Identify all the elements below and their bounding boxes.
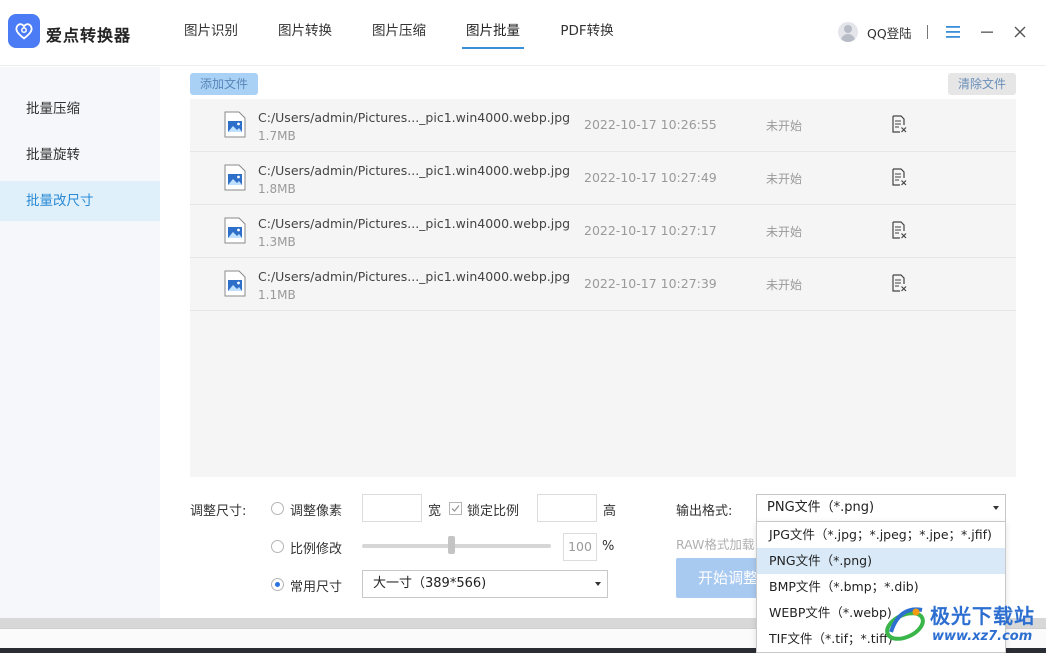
resize-label: 调整尺寸:	[190, 504, 247, 519]
file-size: 1.7MB	[258, 129, 296, 143]
close-icon[interactable]	[1008, 20, 1032, 44]
file-list: C:/Users/admin/Pictures..._pic1.win4000.…	[190, 99, 1016, 477]
file-date: 2022-10-17 10:26:55	[584, 117, 717, 132]
remove-file-icon[interactable]	[890, 168, 908, 186]
login-label: QQ登陆	[867, 25, 912, 41]
raw-load-hint: RAW格式加载	[676, 537, 755, 552]
tab-pdf-convert[interactable]: PDF转换	[540, 0, 634, 66]
radio-ratio-change[interactable]	[271, 540, 284, 553]
radio-common-size[interactable]	[271, 578, 284, 591]
watermark-title: 极光下载站	[930, 604, 1035, 628]
ratio-input[interactable]: 100	[563, 533, 597, 561]
tab-image-recognition[interactable]: 图片识别	[164, 0, 258, 66]
chevron-down-icon	[993, 506, 999, 510]
tab-image-compress[interactable]: 图片压缩	[352, 0, 446, 66]
output-format-select[interactable]: PNG文件（*.png)	[756, 494, 1006, 522]
radio-adjust-pixels[interactable]	[271, 502, 284, 515]
format-option-png[interactable]: PNG文件（*.png)	[757, 548, 1005, 574]
file-size: 1.1MB	[258, 288, 296, 302]
remove-file-icon[interactable]	[890, 221, 908, 239]
sidebar-item-batch-rotate[interactable]: 批量旋转	[0, 135, 160, 175]
image-file-icon	[224, 164, 246, 191]
ratio-slider-handle[interactable]	[448, 536, 455, 554]
watermark: 极光下载站 www.xz7.com	[882, 596, 1046, 653]
common-size-label: 常用尺寸	[290, 580, 343, 595]
watermark-url: www.xz7.com	[932, 629, 1033, 644]
tab-image-batch[interactable]: 图片批量	[446, 0, 540, 66]
height-input[interactable]	[537, 494, 597, 522]
output-format-label: 输出格式:	[676, 504, 733, 519]
list-item[interactable]: C:/Users/admin/Pictures..._pic1.win4000.…	[190, 205, 1016, 258]
file-status: 未开始	[766, 119, 803, 133]
minimize-icon[interactable]	[975, 20, 999, 44]
sidebar-item-batch-resize[interactable]: 批量改尺寸	[0, 181, 160, 221]
image-file-icon	[224, 270, 246, 297]
width-input[interactable]	[362, 494, 422, 522]
output-format-value: PNG文件（*.png)	[767, 500, 875, 515]
file-path: C:/Users/admin/Pictures..._pic1.win4000.…	[258, 110, 571, 125]
file-status: 未开始	[766, 278, 803, 292]
title-bar: 爱点转换器 图片识别 图片转换 图片压缩 图片批量 PDF转换 QQ登陆	[0, 0, 1046, 66]
file-path: C:/Users/admin/Pictures..._pic1.win4000.…	[258, 269, 571, 284]
file-size: 1.3MB	[258, 235, 296, 249]
qq-login-button[interactable]: QQ登陆	[838, 22, 912, 42]
adjust-pixels-label: 调整像素	[290, 504, 343, 519]
format-option-jpg[interactable]: JPG文件（*.jpg；*.jpeg；*.jpe；*.jfif)	[757, 522, 1005, 548]
file-date: 2022-10-17 10:27:39	[584, 276, 717, 291]
image-file-icon	[224, 217, 246, 244]
clear-file-button[interactable]: 清除文件	[948, 73, 1016, 95]
ratio-slider[interactable]	[362, 544, 551, 548]
sidebar: 批量压缩 批量旋转 批量改尺寸	[0, 67, 160, 618]
height-label: 高	[603, 504, 617, 519]
avatar	[838, 22, 858, 42]
app-logo-icon	[8, 14, 40, 48]
file-status: 未开始	[766, 172, 803, 186]
percent-label: %	[602, 539, 615, 554]
lock-ratio-checkbox[interactable]	[449, 502, 462, 515]
divider	[927, 25, 928, 39]
list-item[interactable]: C:/Users/admin/Pictures..._pic1.win4000.…	[190, 152, 1016, 205]
main-nav: 图片识别 图片转换 图片压缩 图片批量 PDF转换	[164, 0, 634, 66]
app-title: 爱点转换器	[46, 26, 132, 45]
file-path: C:/Users/admin/Pictures..._pic1.win4000.…	[258, 163, 571, 178]
width-label: 宽	[428, 504, 442, 519]
tab-image-convert[interactable]: 图片转换	[258, 0, 352, 66]
file-date: 2022-10-17 10:27:17	[584, 223, 717, 238]
file-date: 2022-10-17 10:27:49	[584, 170, 717, 185]
file-size: 1.8MB	[258, 182, 296, 196]
menu-icon[interactable]	[941, 20, 965, 44]
remove-file-icon[interactable]	[890, 115, 908, 133]
list-item[interactable]: C:/Users/admin/Pictures..._pic1.win4000.…	[190, 99, 1016, 152]
ratio-change-label: 比例修改	[290, 542, 343, 557]
lock-ratio-label: 锁定比例	[467, 504, 520, 519]
common-size-value: 大一寸（389*566)	[373, 576, 487, 591]
file-path: C:/Users/admin/Pictures..._pic1.win4000.…	[258, 216, 571, 231]
remove-file-icon[interactable]	[890, 274, 908, 292]
file-status: 未开始	[766, 225, 803, 239]
common-size-select[interactable]: 大一寸（389*566)	[362, 570, 608, 598]
add-file-button[interactable]: 添加文件	[190, 73, 258, 95]
chevron-down-icon	[595, 582, 601, 586]
watermark-logo-icon	[885, 607, 925, 641]
list-item[interactable]: C:/Users/admin/Pictures..._pic1.win4000.…	[190, 258, 1016, 311]
image-file-icon	[224, 111, 246, 138]
sidebar-item-batch-compress[interactable]: 批量压缩	[0, 89, 160, 129]
start-adjust-button[interactable]: 开始调整	[676, 558, 766, 598]
